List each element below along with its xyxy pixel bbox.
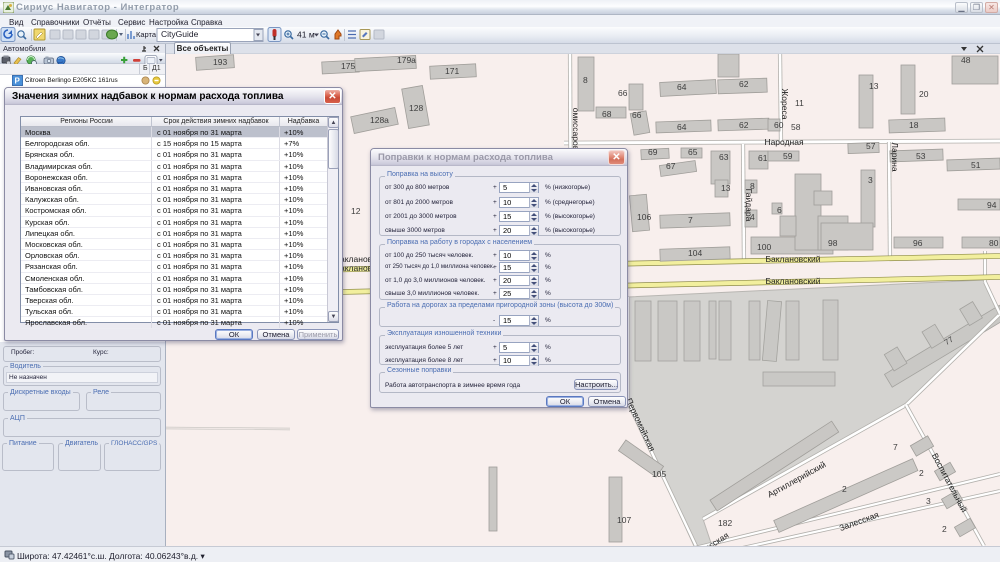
svg-text:3: 3 — [926, 496, 931, 506]
svg-text:20: 20 — [919, 89, 929, 99]
svg-text:175: 175 — [341, 61, 355, 71]
svg-text:Народная: Народная — [764, 137, 804, 147]
svg-text:182: 182 — [718, 518, 732, 528]
svg-text:Гайдара: Гайдара — [744, 189, 754, 222]
svg-text:Ларина: Ларина — [890, 142, 900, 171]
svg-text:P: P — [15, 77, 21, 86]
svg-text:11: 11 — [795, 98, 804, 108]
svg-text:64: 64 — [677, 82, 687, 92]
svg-text:омиссаров: омиссаров — [571, 108, 581, 151]
svg-text:69: 69 — [648, 147, 658, 157]
svg-text:61: 61 — [758, 153, 768, 163]
svg-text:62: 62 — [739, 120, 749, 130]
svg-text:7: 7 — [893, 442, 898, 452]
svg-text:8: 8 — [583, 75, 588, 85]
svg-text:48: 48 — [961, 55, 971, 65]
svg-text:57: 57 — [866, 141, 876, 151]
svg-text:Баклановский: Баклановский — [765, 276, 820, 286]
svg-text:98: 98 — [828, 238, 838, 248]
svg-text:13: 13 — [869, 81, 879, 91]
svg-text:2: 2 — [942, 524, 947, 534]
svg-text:100: 100 — [757, 242, 771, 252]
svg-text:CityGuide: CityGuide — [161, 29, 199, 39]
svg-text:107: 107 — [617, 515, 631, 525]
svg-text:41 м: 41 м — [297, 30, 315, 40]
svg-text:80: 80 — [989, 238, 999, 248]
svg-text:Баклановский: Баклановский — [765, 254, 820, 264]
svg-text:66: 66 — [632, 110, 642, 120]
svg-text:51: 51 — [971, 160, 981, 170]
svg-text:62: 62 — [739, 79, 749, 89]
svg-text:68: 68 — [602, 109, 612, 119]
svg-text:106: 106 — [637, 212, 651, 222]
svg-text:3: 3 — [868, 175, 873, 185]
svg-text:12: 12 — [351, 206, 361, 216]
svg-text:104: 104 — [688, 248, 702, 258]
svg-text:63: 63 — [719, 152, 729, 162]
svg-text:58: 58 — [791, 122, 801, 132]
svg-text:94: 94 — [987, 200, 997, 210]
svg-text:18: 18 — [909, 120, 919, 130]
svg-text:Карта:: Карта: — [136, 30, 158, 39]
svg-text:2: 2 — [919, 468, 924, 478]
svg-text:7: 7 — [688, 215, 693, 225]
svg-text:128: 128 — [409, 103, 423, 113]
svg-text:53: 53 — [916, 151, 926, 161]
svg-text:128а: 128а — [370, 115, 389, 125]
svg-text:13: 13 — [721, 183, 731, 193]
svg-text:67: 67 — [666, 161, 676, 171]
svg-text:6: 6 — [777, 205, 782, 215]
svg-text:179а: 179а — [397, 55, 416, 65]
svg-text:105: 105 — [652, 469, 666, 479]
svg-text:171: 171 — [445, 66, 459, 76]
svg-text:2: 2 — [842, 484, 847, 494]
svg-text:59: 59 — [783, 151, 793, 161]
svg-text:66: 66 — [618, 88, 628, 98]
svg-text:193: 193 — [213, 57, 227, 67]
svg-text:60: 60 — [774, 120, 784, 130]
svg-text:64: 64 — [677, 122, 687, 132]
svg-text:65: 65 — [688, 147, 698, 157]
svg-text:Жореса: Жореса — [780, 89, 790, 120]
svg-text:96: 96 — [913, 238, 923, 248]
